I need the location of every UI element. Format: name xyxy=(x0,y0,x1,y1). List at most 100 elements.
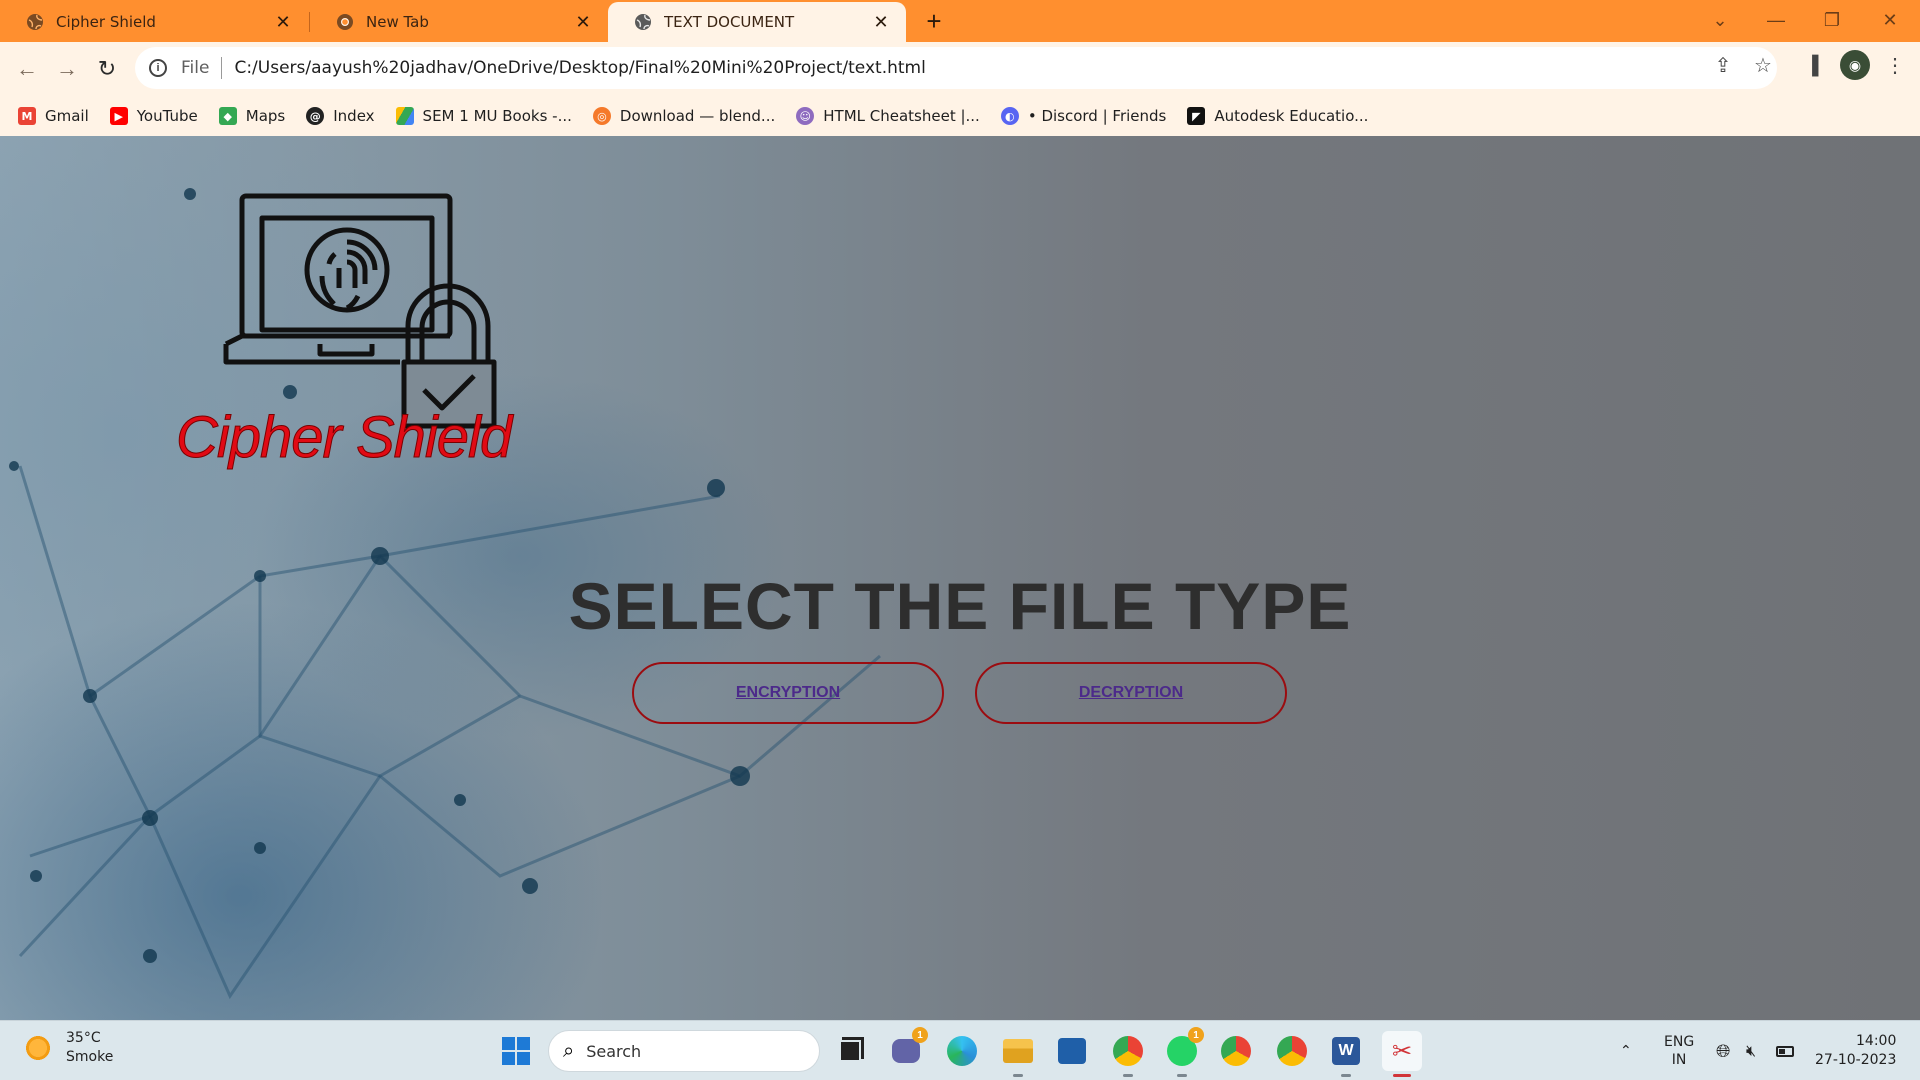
close-tab-icon[interactable]: ✕ xyxy=(272,11,294,33)
weather-temp: 35°C xyxy=(66,1030,101,1046)
close-tab-icon[interactable]: ✕ xyxy=(870,11,892,33)
bookmark-label: Download — blend... xyxy=(619,107,776,125)
autodesk-icon: ◤ xyxy=(1187,107,1206,125)
youtube-icon: ▶ xyxy=(109,107,128,125)
language-indicator[interactable]: ENG IN xyxy=(1664,1021,1694,1080)
teams-chat-button[interactable]: 1 xyxy=(886,1027,928,1071)
bookmark-maps[interactable]: ◆ Maps xyxy=(218,107,286,125)
info-icon[interactable]: i xyxy=(149,59,167,77)
close-window-button[interactable]: ✕ xyxy=(1862,0,1918,40)
menu-kebab-icon[interactable]: ⋮ xyxy=(1880,50,1910,80)
bookmark-gmail[interactable]: M Gmail xyxy=(18,107,89,125)
bookmark-discord[interactable]: ◐ • Discord | Friends xyxy=(1000,107,1167,125)
bookmark-sem1-books[interactable]: SEM 1 MU Books -... xyxy=(395,107,572,125)
chrome-icon xyxy=(1277,1036,1307,1066)
close-tab-icon[interactable]: ✕ xyxy=(572,11,594,33)
bookmark-label: HTML Cheatsheet |... xyxy=(823,107,980,125)
page-viewport: Cipher Shield SELECT THE FILE TYPE ENCRY… xyxy=(0,136,1920,1020)
edge-icon xyxy=(947,1036,977,1066)
bookmark-autodesk[interactable]: ◤ Autodesk Educatio... xyxy=(1187,107,1368,125)
weather-haze-icon xyxy=(24,1034,52,1062)
tab-search-chevron-icon[interactable]: ⌄ xyxy=(1692,0,1748,40)
taskbar-search[interactable]: ⌕ Search xyxy=(548,1030,820,1072)
bookmark-label: • Discord | Friends xyxy=(1027,107,1167,125)
chrome-icon xyxy=(1221,1036,1251,1066)
chrome-profile-3-button[interactable] xyxy=(1272,1031,1312,1071)
network-icon[interactable]: 🌐︎ xyxy=(1716,1021,1730,1080)
omnibox-separator xyxy=(221,57,223,79)
clock[interactable]: 14:00 27-10-2023 xyxy=(1815,1021,1896,1080)
snipping-tool-button[interactable]: ✂ xyxy=(1382,1031,1422,1077)
gmail-icon: M xyxy=(18,107,36,125)
file-explorer-button[interactable] xyxy=(998,1031,1038,1077)
url-text[interactable]: C:/Users/aayush%20jadhav/OneDrive/Deskto… xyxy=(234,58,925,78)
bookmark-youtube[interactable]: ▶ YouTube xyxy=(109,107,198,125)
bookmark-label: Maps xyxy=(245,107,286,125)
google-drive-icon xyxy=(395,107,414,125)
globe-icon xyxy=(635,14,651,30)
logo-wordmark: Cipher Shield xyxy=(175,405,512,471)
region-code: IN xyxy=(1671,1052,1687,1068)
running-indicator xyxy=(1123,1074,1133,1077)
globe-icon xyxy=(27,14,43,30)
chrome-icon xyxy=(337,14,353,30)
language-code: ENG xyxy=(1664,1034,1695,1050)
task-view-icon xyxy=(839,1040,861,1062)
tab-new-tab[interactable]: New Tab ✕ xyxy=(310,2,608,42)
bookmark-label: SEM 1 MU Books -... xyxy=(422,107,572,125)
page-heading: SELECT THE FILE TYPE xyxy=(568,569,1352,643)
profile-avatar[interactable]: ◉ xyxy=(1840,50,1870,80)
minimize-button[interactable]: — xyxy=(1748,0,1804,40)
tab-cipher-shield[interactable]: Cipher Shield ✕ xyxy=(0,2,308,42)
profile-icon: ☺ xyxy=(796,107,815,125)
chrome-profile-1-button[interactable] xyxy=(1108,1031,1148,1077)
side-panel-icon[interactable]: ▐ xyxy=(1797,50,1827,80)
decryption-link[interactable]: DECRYPTION xyxy=(1079,684,1183,702)
battery-icon[interactable] xyxy=(1776,1021,1794,1080)
back-button[interactable]: ← xyxy=(10,52,44,86)
store-icon xyxy=(1058,1038,1086,1064)
address-bar[interactable]: i File C:/Users/aayush%20jadhav/OneDrive… xyxy=(135,47,1777,89)
volume-muted-icon[interactable]: 🔇︎ xyxy=(1746,1021,1756,1080)
restore-button[interactable]: ❐ xyxy=(1804,0,1860,40)
store-button[interactable] xyxy=(1052,1031,1092,1071)
word-button[interactable]: W xyxy=(1326,1031,1366,1077)
maps-icon: ◆ xyxy=(218,107,237,125)
bookmark-blender[interactable]: ◎ Download — blend... xyxy=(592,107,776,125)
chat-icon xyxy=(892,1039,920,1063)
bookmark-html-cheatsheet[interactable]: ☺ HTML Cheatsheet |... xyxy=(796,107,980,125)
blender-icon: ◎ xyxy=(592,107,611,125)
decryption-button[interactable]: DECRYPTION xyxy=(975,662,1287,724)
encryption-button[interactable]: ENCRYPTION xyxy=(632,662,944,724)
clock-time: 14:00 xyxy=(1856,1033,1897,1049)
tab-text-document[interactable]: TEXT DOCUMENT ✕ xyxy=(608,2,906,42)
share-icon[interactable]: ⇪ xyxy=(1708,50,1738,80)
windows-logo-icon xyxy=(502,1037,530,1065)
encryption-link[interactable]: ENCRYPTION xyxy=(736,684,840,702)
bookmark-star-icon[interactable]: ☆ xyxy=(1748,50,1778,80)
bookmark-label: Autodesk Educatio... xyxy=(1214,107,1369,125)
browser-toolbar: ← → ↻ i File C:/Users/aayush%20jadhav/On… xyxy=(0,42,1920,96)
weather-widget[interactable]: 35°C Smoke xyxy=(24,1029,113,1067)
folder-icon xyxy=(1003,1039,1033,1063)
scheme-label: File xyxy=(181,58,210,78)
snipping-tool-icon: ✂ xyxy=(1391,1037,1413,1065)
start-button[interactable] xyxy=(496,1031,536,1071)
new-tab-button[interactable]: + xyxy=(918,6,950,36)
bookmark-index[interactable]: @ Index xyxy=(306,107,375,125)
edge-button[interactable] xyxy=(942,1031,982,1071)
forward-button[interactable]: → xyxy=(50,52,84,86)
index-icon: @ xyxy=(306,107,325,125)
weather-condition: Smoke xyxy=(66,1049,114,1065)
bookmarks-bar: M Gmail ▶ YouTube ◆ Maps @ Index SEM 1 M… xyxy=(0,96,1920,136)
tab-strip: Cipher Shield ✕ New Tab ✕ TEXT DOCUMENT … xyxy=(0,0,1920,42)
chrome-profile-2-button[interactable] xyxy=(1216,1031,1256,1071)
discord-icon: ◐ xyxy=(1000,107,1019,125)
word-icon: W xyxy=(1332,1037,1360,1065)
task-view-button[interactable] xyxy=(830,1031,870,1071)
whatsapp-button[interactable]: 1 xyxy=(1162,1027,1204,1077)
running-indicator xyxy=(1341,1074,1351,1077)
tab-title: New Tab xyxy=(366,13,429,31)
show-hidden-icons-chevron[interactable]: ⌃ xyxy=(1620,1021,1632,1080)
reload-button[interactable]: ↻ xyxy=(90,52,124,86)
